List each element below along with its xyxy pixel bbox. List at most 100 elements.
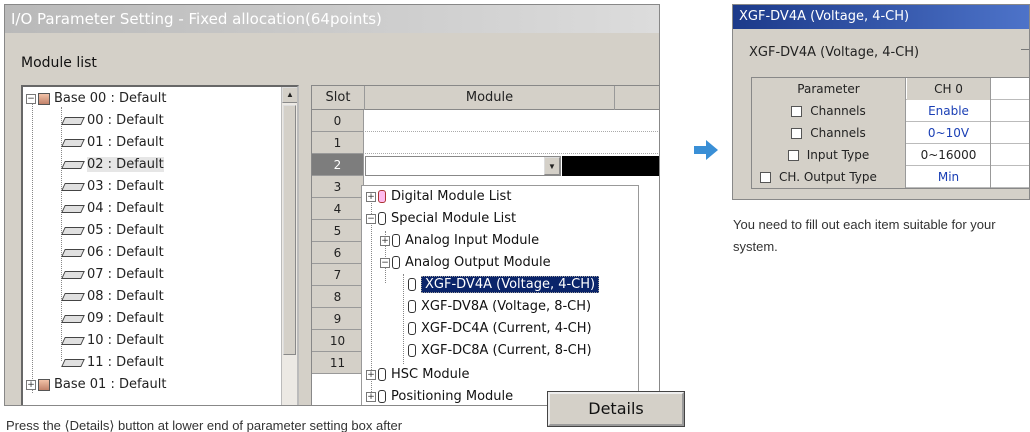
tree-base-01[interactable]: + Base 01 : Default — [26, 374, 166, 396]
module-icon — [408, 322, 416, 335]
tree-slot-07[interactable]: 07 : Default — [61, 264, 164, 286]
column-header-module[interactable]: Module — [365, 86, 615, 110]
slot-icon — [61, 314, 85, 323]
module-cell[interactable] — [365, 132, 659, 154]
collapse-icon[interactable]: − — [26, 93, 36, 104]
value-cell[interactable]: 0~10V — [907, 122, 991, 144]
dd-label: Analog Input Module — [405, 233, 540, 248]
slot-cell[interactable]: 9 — [312, 308, 364, 330]
slot-cell[interactable]: 0 — [312, 110, 364, 132]
module-list-label: Module list — [21, 55, 97, 71]
slot-icon — [61, 204, 85, 213]
slot-cell[interactable]: 8 — [312, 286, 364, 308]
tree-slot-label: 03 : Default — [87, 179, 164, 194]
slot-icon — [61, 358, 85, 367]
slot-cell[interactable]: 1 — [312, 132, 364, 154]
expand-icon[interactable]: + — [366, 191, 376, 202]
tree-slot-06[interactable]: 06 : Default — [61, 242, 164, 264]
dd-xgf-dc4a[interactable]: XGF-DC4A (Current, 4-CH) — [408, 318, 592, 340]
scroll-up-icon[interactable]: ▲ — [282, 87, 297, 103]
module-icon — [378, 368, 386, 381]
tree-base-00[interactable]: − Base 00 : Default — [26, 88, 166, 110]
tree-slot-03[interactable]: 03 : Default — [61, 176, 164, 198]
tree-slot-08[interactable]: 08 : Default — [61, 286, 164, 308]
table-row: CH. Output Type Min — [752, 166, 1029, 188]
dd-xgf-dv8a[interactable]: XGF-DV8A (Voltage, 8-CH) — [408, 296, 591, 318]
slot-cell[interactable]: 5 — [312, 220, 364, 242]
dropdown-arrow-icon[interactable]: ▼ — [544, 157, 560, 175]
dd-label: XGF-DC4A (Current, 4-CH) — [421, 321, 592, 336]
module-cell[interactable] — [365, 110, 659, 132]
dd-digital-module-list[interactable]: + Digital Module List — [366, 186, 511, 208]
value-cell[interactable]: 0~16000 — [907, 144, 991, 166]
collapse-icon[interactable]: − — [380, 257, 390, 268]
tree-base-label: Base 01 : Default — [54, 377, 167, 392]
table-header-row: Parameter CH 0 — [752, 78, 1029, 100]
collapse-icon[interactable]: − — [366, 213, 376, 224]
slot-icon — [61, 160, 85, 169]
dd-positioning-module[interactable]: + Positioning Module — [366, 386, 513, 405]
value-cell[interactable]: Enable — [907, 100, 991, 122]
value-cell[interactable]: Min — [907, 166, 991, 188]
table-row: Channels 0~10V — [752, 122, 1029, 144]
window-title: I/O Parameter Setting - Fixed allocation… — [5, 5, 659, 33]
tree-slot-label: 06 : Default — [87, 245, 164, 260]
table-row: Input Type 0~16000 — [752, 144, 1029, 166]
base-icon — [38, 378, 50, 391]
param-cell: Channels — [752, 100, 906, 122]
divider — [1021, 49, 1029, 50]
expand-icon[interactable]: + — [366, 391, 376, 402]
slot-cell[interactable]: 10 — [312, 330, 364, 352]
slot-cell[interactable]: 6 — [312, 242, 364, 264]
selected-cell — [562, 156, 659, 176]
slot-cell[interactable]: 7 — [312, 264, 364, 286]
details-button[interactable]: Details — [547, 391, 685, 427]
param-label: Input Type — [806, 148, 870, 162]
column-header-ch0: CH 0 — [907, 78, 991, 100]
dd-special-module-list[interactable]: − Special Module List — [366, 208, 516, 230]
tree-slot-11[interactable]: 11 : Default — [61, 352, 164, 374]
expand-icon[interactable]: + — [380, 235, 390, 246]
checkbox[interactable] — [791, 106, 803, 117]
dd-analog-input-module[interactable]: + Analog Input Module — [380, 230, 539, 252]
grid-header: Slot Module — [312, 86, 659, 110]
module-name: XGF-DV4A (Voltage, 4-CH) — [749, 45, 920, 60]
slot-icon — [61, 138, 85, 147]
checkbox[interactable] — [760, 172, 771, 183]
tree-slot-10[interactable]: 10 : Default — [61, 330, 164, 352]
scroll-thumb[interactable] — [283, 105, 296, 355]
tree-slot-label: 02 : Default — [87, 157, 164, 172]
tree-scrollbar[interactable]: ▲ — [281, 87, 297, 405]
module-dropdown-list: + Digital Module List − Special Module Lis… — [361, 185, 639, 405]
dd-hsc-module[interactable]: + HSC Module — [366, 364, 470, 386]
tree-slot-09[interactable]: 09 : Default — [61, 308, 164, 330]
checkbox[interactable] — [787, 150, 799, 161]
tree-slot-04[interactable]: 04 : Default — [61, 198, 164, 220]
module-combo[interactable]: ▼ — [365, 156, 561, 176]
expand-icon[interactable]: + — [366, 369, 376, 380]
dd-xgf-dv4a[interactable]: XGF-DV4A (Voltage, 4-CH) — [408, 274, 600, 296]
dd-analog-output-module[interactable]: − Analog Output Module — [380, 252, 551, 274]
tree-slot-01[interactable]: 01 : Default — [61, 132, 164, 154]
arrow-right-icon — [694, 140, 718, 160]
slot-icon — [61, 182, 85, 191]
tree-slot-label: 05 : Default — [87, 223, 164, 238]
tree-slot-02[interactable]: 02 : Default — [61, 154, 164, 176]
column-header-slot[interactable]: Slot — [312, 86, 365, 110]
expand-icon[interactable]: + — [26, 379, 36, 390]
slot-cell[interactable]: 4 — [312, 198, 364, 220]
checkbox[interactable] — [791, 128, 803, 139]
slot-cell-active[interactable]: 2 — [312, 154, 364, 176]
slot-cell[interactable]: 11 — [312, 352, 364, 374]
table-row: Channels Enable — [752, 100, 1029, 122]
param-cell: Input Type — [752, 144, 906, 166]
caption-right: You need to fill out each item suitable … — [733, 217, 996, 254]
module-icon — [408, 300, 416, 313]
io-parameter-window: I/O Parameter Setting - Fixed allocation… — [4, 4, 660, 406]
param-label: CH. Output Type — [779, 170, 877, 184]
slot-cell[interactable]: 3 — [312, 176, 364, 198]
tree-slot-00[interactable]: 00 : Default — [61, 110, 164, 132]
dd-xgf-dc8a[interactable]: XGF-DC8A (Current, 8-CH) — [408, 340, 592, 362]
module-icon — [378, 190, 386, 203]
tree-slot-05[interactable]: 05 : Default — [61, 220, 164, 242]
